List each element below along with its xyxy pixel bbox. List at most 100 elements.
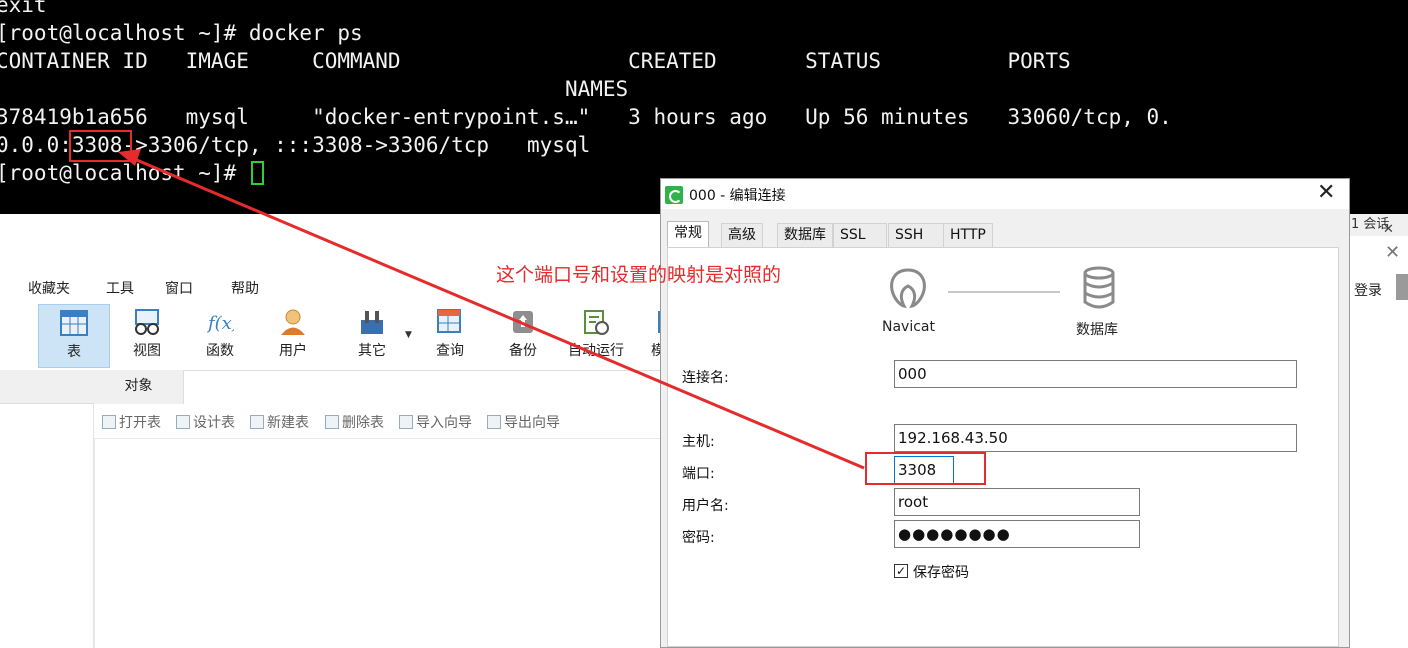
database-label: 数据库 (1076, 322, 1118, 338)
terminal-cursor (250, 161, 264, 185)
design-table-button[interactable]: 设计表 (176, 412, 235, 432)
terminal-line: exit (0, 0, 47, 17)
dialog-close-button[interactable]: ✕ (1317, 180, 1335, 205)
navicat-main-window: 收藏夹 工具 窗口 帮助 表 视图 f(x) 函数 用户 其它 ▼ 查询 (0, 236, 660, 648)
close-icon[interactable]: ✕ (1385, 242, 1400, 263)
view-icon (133, 308, 161, 336)
export-wizard-button[interactable]: 导出向导 (487, 412, 560, 432)
ribbon-label: 表 (67, 344, 81, 360)
navicat-right-edge: 1 会话 ✕ ✕ 登录 (1349, 214, 1408, 648)
tab-ssl[interactable]: SSL (833, 223, 887, 247)
svg-text:f(x): f(x) (206, 313, 234, 334)
export-wizard-label: 导出向导 (504, 415, 560, 431)
delete-table-icon (325, 415, 339, 429)
connection-name-field[interactable]: 000 (894, 360, 1297, 388)
ribbon-table-button[interactable]: 表 (38, 304, 110, 368)
open-table-button[interactable]: 打开表 (102, 412, 161, 432)
terminal-line: NAMES (0, 77, 629, 101)
ribbon-view-button[interactable]: 视图 (111, 304, 183, 368)
import-wizard-label: 导入向导 (416, 415, 472, 431)
ribbon-label: 自动运行 (568, 343, 624, 359)
function-icon: f(x) (206, 308, 239, 336)
navicat-logo-icon (665, 186, 683, 204)
password-field[interactable]: ●●●●●●●● (894, 520, 1140, 548)
save-password-checkbox[interactable]: ✓ (894, 564, 908, 578)
query-icon (436, 308, 464, 336)
dialog-titlebar: 000 - 编辑连接 ✕ (661, 179, 1349, 209)
annotation-box-dialog-port (865, 452, 986, 485)
tab-general[interactable]: 常规 (667, 221, 709, 248)
autorun-icon (582, 308, 610, 336)
menu-tools[interactable]: 工具 (106, 278, 134, 298)
delete-table-button[interactable]: 删除表 (325, 412, 384, 432)
username-field[interactable]: root (894, 488, 1140, 516)
ribbon-label: 模 (651, 343, 660, 359)
user-icon (279, 308, 307, 336)
menu-favorites[interactable]: 收藏夹 (28, 278, 70, 298)
edit-connection-dialog: 000 - 编辑连接 ✕ 常规 高级 数据库 SSL SSH HTTP Navi… (660, 178, 1350, 648)
host-label: 主机: (682, 434, 715, 450)
terminal-prompt[interactable]: [root@localhost ~]# (0, 159, 264, 187)
connection-line (948, 291, 1060, 293)
username-label: 用户名: (682, 498, 729, 514)
table-icon (60, 309, 88, 337)
tab-advanced[interactable]: 高级 (721, 223, 763, 247)
avatar[interactable] (1396, 274, 1408, 300)
terminal-line: [root@localhost ~]# docker ps (0, 21, 363, 45)
delete-table-label: 删除表 (342, 415, 384, 431)
design-table-icon (176, 415, 190, 429)
navigation-pane[interactable] (0, 404, 94, 648)
ribbon-backup-button[interactable]: 备份 (487, 304, 559, 368)
new-table-button[interactable]: 新建表 (250, 412, 309, 432)
host-field[interactable]: 192.168.43.50 (894, 424, 1297, 452)
object-toolbar: 打开表 设计表 新建表 删除表 导入向导 导出向导 (94, 404, 660, 438)
object-tab-bar: 对象 (0, 370, 660, 404)
import-icon (399, 415, 413, 429)
open-table-icon (102, 415, 116, 429)
login-link[interactable]: 登录 (1354, 280, 1382, 300)
tab-ssh[interactable]: SSH (888, 223, 944, 247)
session-indicator: 1 会话 (1349, 214, 1408, 236)
navicat-label: Navicat (882, 319, 935, 335)
tools-icon (358, 308, 386, 336)
export-icon (487, 415, 501, 429)
ribbon-user-button[interactable]: 用户 (257, 304, 329, 368)
window-gap (0, 214, 660, 236)
new-table-icon (250, 415, 264, 429)
ribbon-autorun-button[interactable]: 自动运行 (560, 304, 632, 368)
terminal-line: CONTAINER ID IMAGE COMMAND CREATED STATU… (0, 49, 1071, 73)
annotation-box-terminal-port (69, 130, 132, 162)
chevron-down-icon[interactable]: ▼ (405, 330, 412, 340)
menu-window[interactable]: 窗口 (165, 278, 193, 298)
ribbon-model-button[interactable]: 模 (633, 304, 660, 368)
navicat-icon (890, 268, 926, 309)
menu-help[interactable]: 帮助 (231, 278, 259, 298)
annotation-note: 这个端口号和设置的映射是对照的 (496, 264, 782, 286)
object-list-area[interactable] (94, 438, 660, 648)
new-table-label: 新建表 (267, 415, 309, 431)
general-panel: Navicat 数据库 连接名: 000 主机: 192.168.43.50 端… (667, 247, 1339, 647)
tab-http[interactable]: HTTP (943, 223, 993, 247)
tab-objects[interactable]: 对象 (94, 370, 184, 404)
tab-databases[interactable]: 数据库 (777, 223, 833, 247)
backup-icon (509, 308, 537, 336)
close-icon[interactable]: ✕ (1383, 222, 1394, 237)
password-label: 密码: (682, 530, 715, 546)
dialog-tabs: 常规 高级 数据库 SSL SSH HTTP (667, 221, 1343, 248)
ribbon-query-button[interactable]: 查询 (414, 304, 486, 368)
tab-area (184, 370, 660, 404)
ribbon-label: 备份 (509, 343, 537, 359)
dialog-title: 000 - 编辑连接 (689, 188, 786, 204)
terminal-line: 378419b1a656 mysql "docker-entrypoint.s…… (0, 105, 1172, 129)
ribbon-label: 函数 (206, 343, 234, 359)
ribbon-function-button[interactable]: f(x) 函数 (184, 304, 256, 368)
import-wizard-button[interactable]: 导入向导 (399, 412, 472, 432)
ribbon-other-button[interactable]: 其它 (336, 304, 408, 368)
connection-name-label: 连接名: (682, 370, 729, 386)
database-icon (1083, 266, 1115, 309)
save-password-label: 保存密码 (913, 565, 969, 581)
port-label: 端口: (682, 466, 715, 482)
open-table-label: 打开表 (119, 415, 161, 431)
ribbon-label: 查询 (436, 343, 464, 359)
ribbon-label: 用户 (279, 343, 307, 359)
